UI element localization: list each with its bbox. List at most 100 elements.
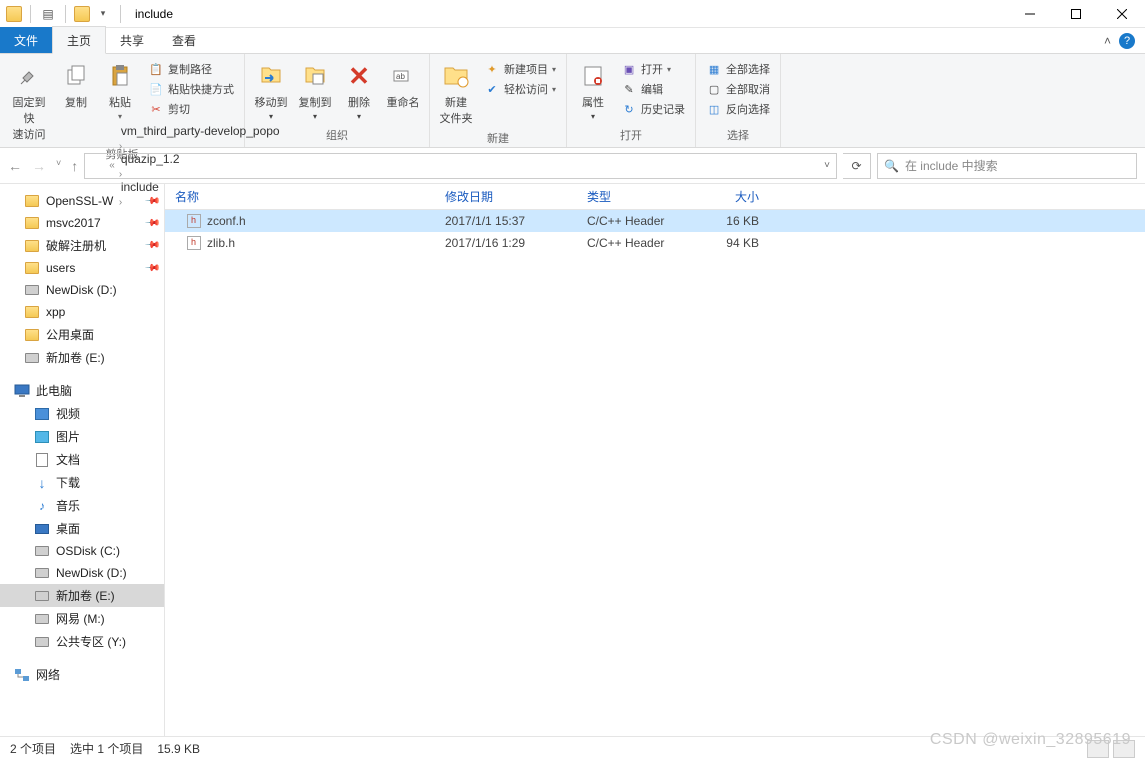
group-new: 新建 文件夹 ✦新建项目▾ ✔轻松访问▾ 新建: [430, 54, 567, 147]
select-none-button[interactable]: ▢全部取消: [702, 80, 774, 98]
folder-icon: [24, 304, 40, 320]
tree-network[interactable]: 网络: [0, 663, 164, 686]
tree-item[interactable]: OpenSSL-W📌: [0, 190, 164, 212]
tab-home[interactable]: 主页: [52, 26, 106, 54]
tree-this-pc[interactable]: 此电脑: [0, 379, 164, 402]
tree-item[interactable]: 公用桌面: [0, 323, 164, 346]
file-row[interactable]: zlib.h2017/1/16 1:29C/C++ Header94 KB: [165, 232, 1145, 254]
col-size[interactable]: 大小: [699, 188, 769, 205]
easy-access-icon: ✔: [484, 81, 500, 97]
chevron-right-icon[interactable]: ›: [119, 141, 122, 152]
title-bar: ▤ ▾ include: [0, 0, 1145, 28]
cut-button[interactable]: ✂剪切: [144, 100, 238, 118]
drive-icon: [34, 588, 50, 604]
address-dropdown-icon[interactable]: ˅: [824, 160, 830, 171]
folder-icon: [24, 193, 40, 209]
copy-path-button[interactable]: 📋复制路径: [144, 60, 238, 78]
col-name[interactable]: 名称: [165, 188, 435, 205]
copy-button[interactable]: 复制: [56, 58, 96, 112]
col-date[interactable]: 修改日期: [435, 188, 577, 205]
drive-icon: [34, 543, 50, 559]
tab-share[interactable]: 共享: [106, 27, 158, 53]
copy-to-button[interactable]: 复制到▾: [295, 58, 335, 123]
pin-to-quick-access-button[interactable]: 固定到快 速访问: [6, 58, 52, 144]
tree-item[interactable]: OSDisk (C:): [0, 540, 164, 562]
file-row[interactable]: zconf.h2017/1/1 15:37C/C++ Header16 KB: [165, 210, 1145, 232]
tree-item[interactable]: NewDisk (D:): [0, 279, 164, 301]
address-bar[interactable]: « vm_third_party-develop_popo›quazip_1.2…: [84, 153, 837, 179]
column-headers[interactable]: 名称 修改日期 类型 大小: [165, 184, 1145, 210]
search-box[interactable]: 🔍 在 include 中搜索: [877, 153, 1137, 179]
address-folder-icon: [91, 160, 105, 172]
qat-dropdown-icon[interactable]: ▾: [94, 5, 112, 23]
new-folder-button[interactable]: 新建 文件夹: [436, 58, 476, 128]
file-list[interactable]: 名称 修改日期 类型 大小 zconf.h2017/1/1 15:37C/C++…: [165, 184, 1145, 736]
move-to-button[interactable]: 移动到▾: [251, 58, 291, 123]
col-type[interactable]: 类型: [577, 188, 699, 205]
help-icon[interactable]: ?: [1119, 33, 1135, 49]
pin-icon: [13, 60, 45, 92]
maximize-button[interactable]: [1053, 0, 1099, 28]
easy-access-button[interactable]: ✔轻松访问▾: [480, 80, 560, 98]
group-open: 属性▾ ▣打开▾ ✎编辑 ↻历史记录 打开: [567, 54, 696, 147]
svg-text:ab: ab: [396, 72, 405, 81]
history-button[interactable]: ↻历史记录: [617, 100, 689, 118]
back-button[interactable]: ←: [8, 158, 22, 174]
qat-properties-icon[interactable]: ▤: [39, 5, 57, 23]
open-button[interactable]: ▣打开▾: [617, 60, 689, 78]
nav-tree[interactable]: OpenSSL-W📌msvc2017📌破解注册机📌users📌NewDisk (…: [0, 184, 165, 736]
tree-item[interactable]: 图片: [0, 425, 164, 448]
folder-icon: [24, 260, 40, 276]
pictures-icon: [34, 429, 50, 445]
up-button[interactable]: ↑: [71, 158, 78, 174]
qat-open-icon[interactable]: [74, 6, 90, 22]
app-icon: [6, 6, 22, 22]
tree-item[interactable]: ↓下载: [0, 471, 164, 494]
properties-icon: [577, 60, 609, 92]
paste-shortcut-button[interactable]: 📄粘贴快捷方式: [144, 80, 238, 98]
tree-item[interactable]: users📌: [0, 257, 164, 279]
tree-item[interactable]: 文档: [0, 448, 164, 471]
tab-file[interactable]: 文件: [0, 27, 52, 53]
header-file-icon: [187, 236, 201, 250]
tree-item[interactable]: xpp: [0, 301, 164, 323]
tree-item[interactable]: 桌面: [0, 517, 164, 540]
recent-dropdown-icon[interactable]: ˅: [56, 158, 61, 174]
drive-icon: [24, 350, 40, 366]
properties-button[interactable]: 属性▾: [573, 58, 613, 123]
ribbon-collapse-icon[interactable]: ˄: [1104, 34, 1111, 48]
chevron-right-icon[interactable]: ›: [119, 169, 122, 180]
minimize-button[interactable]: [1007, 0, 1053, 28]
delete-button[interactable]: ✕ 删除▾: [339, 58, 379, 123]
tree-item[interactable]: 网易 (M:): [0, 607, 164, 630]
tree-item[interactable]: 公共专区 (Y:): [0, 630, 164, 653]
breadcrumb-item[interactable]: vm_third_party-develop_popo: [119, 124, 282, 138]
tree-item[interactable]: 新加卷 (E:): [0, 584, 164, 607]
search-icon: 🔍: [884, 159, 899, 173]
tree-item[interactable]: 视频: [0, 402, 164, 425]
folder-icon: [24, 327, 40, 343]
select-all-button[interactable]: ▦全部选择: [702, 60, 774, 78]
video-icon: [34, 406, 50, 422]
rename-button[interactable]: ab 重命名: [383, 58, 423, 112]
tree-item[interactable]: 破解注册机📌: [0, 234, 164, 257]
forward-button[interactable]: →: [32, 158, 46, 174]
copy-icon: [60, 60, 92, 92]
refresh-button[interactable]: ⟳: [843, 153, 871, 179]
tree-item[interactable]: msvc2017📌: [0, 212, 164, 234]
paste-icon: [104, 60, 136, 92]
new-item-icon: ✦: [484, 61, 500, 77]
tab-view[interactable]: 查看: [158, 27, 210, 53]
tree-item[interactable]: 新加卷 (E:): [0, 346, 164, 369]
nav-bar: ← → ˅ ↑ « vm_third_party-develop_popo›qu…: [0, 148, 1145, 184]
invert-selection-button[interactable]: ◫反向选择: [702, 100, 774, 118]
tree-item[interactable]: ♪音乐: [0, 494, 164, 517]
paste-button[interactable]: 粘贴 ▾: [100, 58, 140, 123]
new-item-button[interactable]: ✦新建项目▾: [480, 60, 560, 78]
drive-icon: [34, 611, 50, 627]
close-button[interactable]: [1099, 0, 1145, 28]
breadcrumb-item[interactable]: quazip_1.2: [119, 152, 282, 166]
tree-item[interactable]: NewDisk (D:): [0, 562, 164, 584]
watermark: CSDN @weixin_32895619: [930, 731, 1131, 749]
edit-button[interactable]: ✎编辑: [617, 80, 689, 98]
